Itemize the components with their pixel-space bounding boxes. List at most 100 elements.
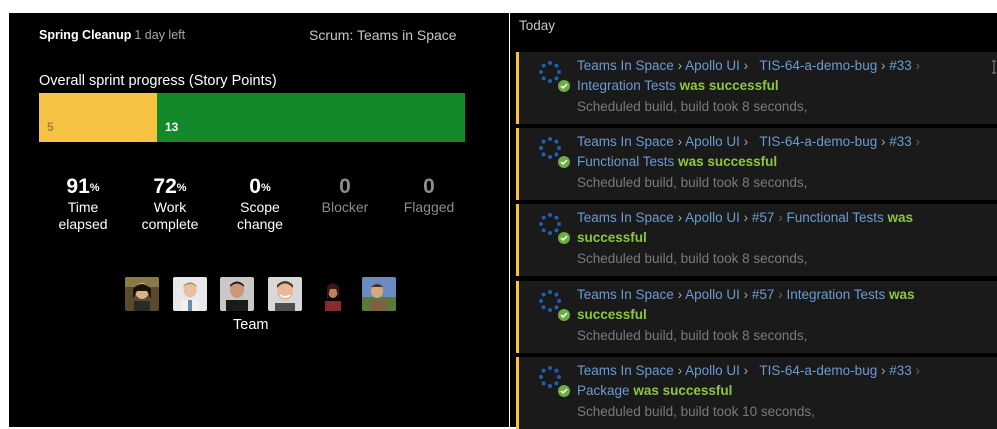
- project-link[interactable]: Teams In Space: [577, 363, 674, 378]
- stat-time-elapsed: 91% Time elapsed: [39, 176, 127, 233]
- build-breadcrumb: Teams In Space › Apollo UI › TIS-64-a-de…: [577, 58, 920, 73]
- avatar[interactable]: [173, 277, 207, 311]
- job-link[interactable]: Functional Tests: [577, 154, 674, 169]
- progress-title: Overall sprint progress (Story Points): [39, 73, 277, 89]
- stat-label-2: elapsed: [58, 216, 108, 232]
- project-link[interactable]: Teams In Space: [577, 134, 674, 149]
- stat-label: Blocker: [321, 199, 369, 215]
- avatar[interactable]: [268, 277, 302, 311]
- team-label: Team: [233, 317, 269, 333]
- stat-value: 72: [153, 175, 177, 198]
- bamboo-build-icon: [539, 61, 561, 83]
- build-status-continued: successful: [577, 230, 647, 245]
- plan-link[interactable]: Apollo UI: [685, 287, 740, 302]
- breadcrumb-separator: ›: [743, 210, 749, 225]
- build-breadcrumb: Teams In Space › Apollo UI › #57 › Funct…: [577, 210, 913, 225]
- board-name[interactable]: Scrum: Teams in Space: [309, 27, 457, 43]
- build-feed-item[interactable]: Teams In Space › Apollo UI › #57 › Funct…: [516, 204, 997, 276]
- stat-label: Time: [67, 199, 99, 215]
- avatar[interactable]: [220, 277, 254, 311]
- breadcrumb-separator: ›: [677, 363, 683, 378]
- progress-segment-todo: 5: [39, 93, 157, 142]
- breadcrumb-separator: ›: [915, 134, 921, 149]
- stat-scope-change: 0% Scope change: [216, 176, 304, 233]
- project-link[interactable]: Teams In Space: [577, 58, 674, 73]
- job-link[interactable]: Package: [577, 383, 630, 398]
- text-cursor-icon: [992, 60, 996, 74]
- stat-label: Flagged: [403, 199, 455, 215]
- branch-link[interactable]: TIS-64-a-demo-bug: [759, 58, 877, 73]
- success-check-icon: [558, 156, 570, 168]
- plan-link[interactable]: Apollo UI: [685, 58, 740, 73]
- build-breadcrumb: Teams In Space › Apollo UI › #57 › Integ…: [577, 287, 915, 302]
- job-link[interactable]: Integration Tests: [786, 287, 885, 302]
- breadcrumb-separator: ›: [778, 287, 783, 302]
- build-breadcrumb: Teams In Space › Apollo UI › TIS-64-a-de…: [577, 363, 920, 378]
- plan-link[interactable]: Apollo UI: [685, 363, 740, 378]
- stat-work-complete: 72% Work complete: [126, 176, 214, 233]
- build-number-link[interactable]: #33: [889, 58, 912, 73]
- stat-value: 0: [423, 175, 435, 198]
- build-status: was successful: [679, 78, 779, 93]
- sprint-progress-bar: 5 13: [39, 93, 465, 142]
- success-check-icon: [558, 385, 570, 397]
- build-detail: Scheduled build, build took 8 seconds,: [577, 175, 808, 190]
- stat-blocker[interactable]: 0 Blocker: [301, 176, 389, 216]
- bamboo-build-icon: [539, 366, 561, 388]
- breadcrumb-separator: ›: [677, 58, 683, 73]
- avatar[interactable]: [362, 277, 396, 311]
- stat-value: 91: [66, 175, 90, 198]
- build-job-status: Functional Tests was successful: [577, 154, 777, 169]
- avatar[interactable]: [315, 277, 349, 311]
- success-check-icon: [558, 232, 570, 244]
- sprint-title[interactable]: Spring Cleanup 1 day left: [39, 28, 185, 42]
- build-job-status: Integration Tests was successful: [577, 78, 779, 93]
- stat-label: Work: [153, 199, 187, 215]
- stat-unit: %: [260, 182, 271, 194]
- project-link[interactable]: Teams In Space: [577, 287, 674, 302]
- progress-segment-done: 13: [157, 93, 465, 142]
- build-status: was: [887, 210, 914, 225]
- job-link[interactable]: Functional Tests: [786, 210, 883, 225]
- project-link[interactable]: Teams In Space: [577, 210, 674, 225]
- build-number-link[interactable]: #33: [889, 134, 912, 149]
- breadcrumb-separator: ›: [743, 134, 749, 149]
- bamboo-build-icon: [539, 137, 561, 159]
- build-number-link[interactable]: #57: [752, 210, 775, 225]
- plan-link[interactable]: Apollo UI: [685, 210, 740, 225]
- stat-value: 0: [339, 175, 351, 198]
- build-job-status: successful: [577, 307, 647, 322]
- stat-value: 0: [249, 175, 261, 198]
- build-feed-item[interactable]: Teams In Space › Apollo UI › TIS-64-a-de…: [516, 357, 997, 429]
- avatar[interactable]: [125, 277, 159, 311]
- build-number-link[interactable]: #33: [889, 363, 912, 378]
- stat-flagged[interactable]: 0 Flagged: [385, 176, 473, 216]
- sprint-stats: 91% Time elapsed 72% Work complete 0% Scop…: [39, 176, 479, 246]
- breadcrumb-separator: ›: [677, 210, 683, 225]
- progress-done-value: 13: [165, 120, 179, 134]
- feed-heading: Today: [519, 18, 556, 33]
- breadcrumb-separator: ›: [880, 363, 886, 378]
- sprint-name: Spring Cleanup: [39, 28, 132, 42]
- build-breadcrumb: Teams In Space › Apollo UI › TIS-64-a-de…: [577, 134, 920, 149]
- plan-link[interactable]: Apollo UI: [685, 134, 740, 149]
- build-status: was successful: [678, 154, 778, 169]
- sprint-days-left: 1 day left: [134, 28, 186, 42]
- build-feed-item[interactable]: Teams In Space › Apollo UI › #57 › Integ…: [516, 281, 997, 353]
- branch-link[interactable]: TIS-64-a-demo-bug: [759, 363, 877, 378]
- build-status: was: [889, 287, 915, 302]
- breadcrumb-separator: ›: [880, 134, 886, 149]
- success-check-icon: [558, 80, 570, 92]
- build-feed-item[interactable]: Teams In Space › Apollo UI › TIS-64-a-de…: [516, 128, 997, 200]
- branch-link[interactable]: TIS-64-a-demo-bug: [759, 134, 877, 149]
- build-job-status: Package was successful: [577, 383, 732, 398]
- build-status: was successful: [633, 383, 733, 398]
- stat-unit: %: [176, 182, 187, 194]
- build-feed-item[interactable]: Teams In Space › Apollo UI › TIS-64-a-de…: [516, 52, 997, 124]
- stat-label-2: complete: [141, 216, 199, 232]
- stat-label: Scope: [240, 199, 280, 215]
- build-number-link[interactable]: #57: [752, 287, 775, 302]
- breadcrumb-separator: ›: [880, 58, 886, 73]
- progress-todo-value: 5: [47, 120, 54, 134]
- job-link[interactable]: Integration Tests: [577, 78, 676, 93]
